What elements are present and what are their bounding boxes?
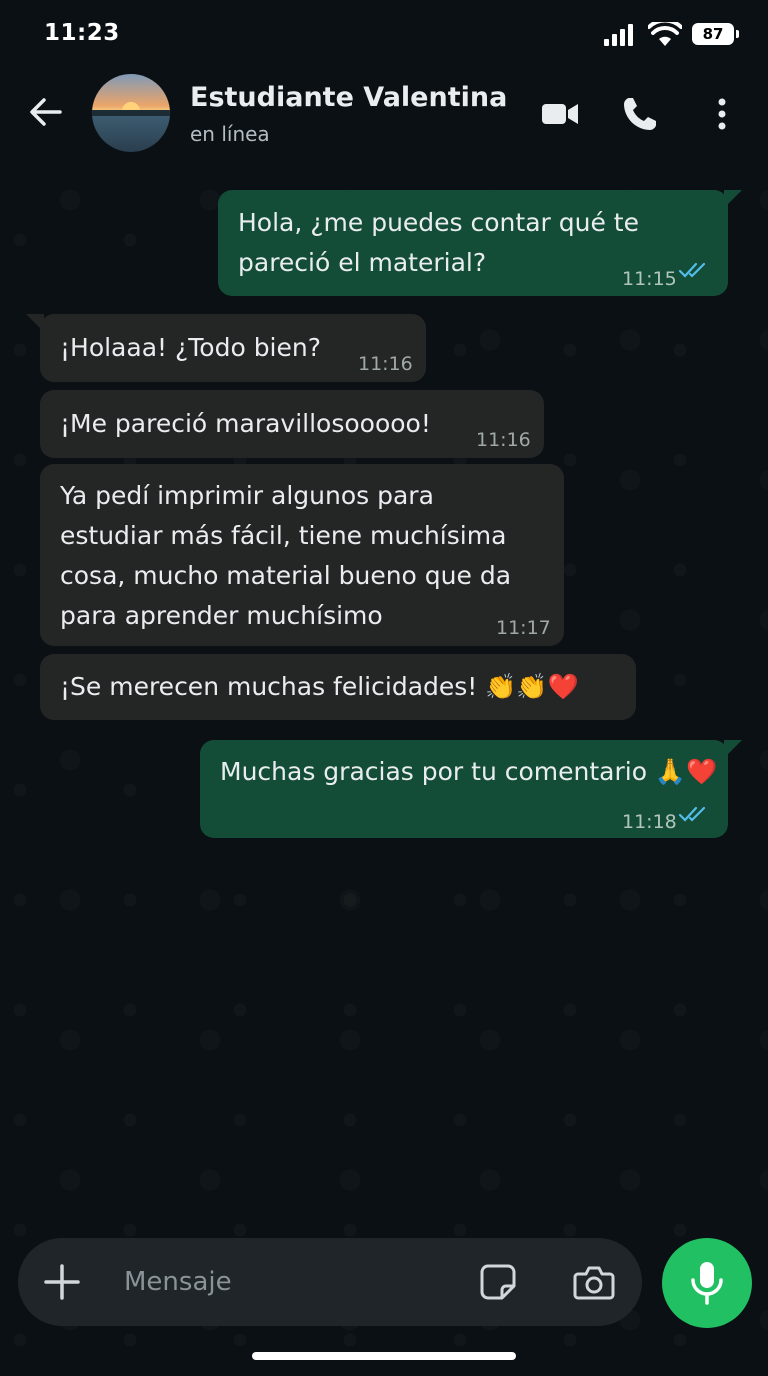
status-bar: 11:23 87: [0, 0, 768, 70]
message-incoming[interactable]: Ya pedí imprimir algunos para estudiar m…: [40, 464, 564, 646]
message-outgoing[interactable]: Muchas gracias por tu comentario 🙏❤️ 11:…: [200, 740, 742, 838]
message-text-line: ¡Se merecen muchas felicidades! 👏👏❤️: [60, 672, 579, 701]
message-time: 11:15: [622, 268, 677, 290]
camera-icon[interactable]: [572, 1262, 616, 1302]
read-receipt-icon: [678, 262, 706, 278]
message-incoming[interactable]: ¡Se merecen muchas felicidades! 👏👏❤️: [40, 654, 636, 720]
plus-icon[interactable]: [42, 1262, 82, 1302]
message-outgoing[interactable]: Hola, ¿me puedes contar qué te pareció e…: [218, 190, 742, 296]
microphone-button[interactable]: [662, 1238, 752, 1328]
wifi-icon: [648, 22, 682, 46]
chat-header: Estudiante Valentina en línea: [0, 70, 768, 158]
contact-avatar[interactable]: [92, 74, 170, 152]
message-text-line: cosa, mucho material bueno que da: [60, 561, 512, 590]
message-text-line: ¡Me pareció maravillosooooo!: [60, 409, 431, 438]
message-text-line: Hola, ¿me puedes contar qué te: [238, 208, 639, 237]
message-text-line: pareció el material?: [238, 248, 487, 277]
message-composer: [18, 1238, 642, 1326]
message-text-line: ¡Holaaa! ¿Todo bien?: [60, 333, 321, 362]
more-options-icon[interactable]: [702, 94, 742, 134]
signal-icon: [604, 24, 633, 46]
message-time: 11:16: [358, 353, 413, 375]
read-receipt-icon: [678, 806, 706, 822]
message-incoming[interactable]: ¡Holaaa! ¿Todo bien? 11:16: [26, 314, 426, 382]
battery-icon: 87: [692, 23, 739, 45]
back-arrow-icon[interactable]: [26, 92, 66, 132]
contact-status: en línea: [190, 122, 270, 146]
home-indicator[interactable]: [252, 1352, 516, 1360]
microphone-icon: [691, 1262, 723, 1305]
message-time: 11:18: [622, 811, 677, 833]
message-time: 11:16: [476, 429, 531, 451]
phone-icon[interactable]: [620, 94, 660, 134]
message-input[interactable]: [124, 1262, 444, 1302]
message-text-line: Ya pedí imprimir algunos para: [60, 481, 434, 510]
contact-name[interactable]: Estudiante Valentina: [190, 82, 507, 113]
message-text-line: estudiar más fácil, tiene muchísima: [60, 521, 507, 550]
message-time: 11:17: [496, 617, 551, 639]
sticker-icon[interactable]: [478, 1262, 518, 1302]
video-call-icon[interactable]: [540, 94, 580, 134]
message-text-line: Muchas gracias por tu comentario 🙏❤️: [220, 757, 718, 786]
message-text-line: para aprender muchísimo: [60, 601, 383, 630]
avatar-horizon: [92, 110, 170, 116]
status-time: 11:23: [44, 20, 120, 46]
message-incoming[interactable]: ¡Me pareció maravillosooooo! 11:16: [40, 390, 544, 458]
